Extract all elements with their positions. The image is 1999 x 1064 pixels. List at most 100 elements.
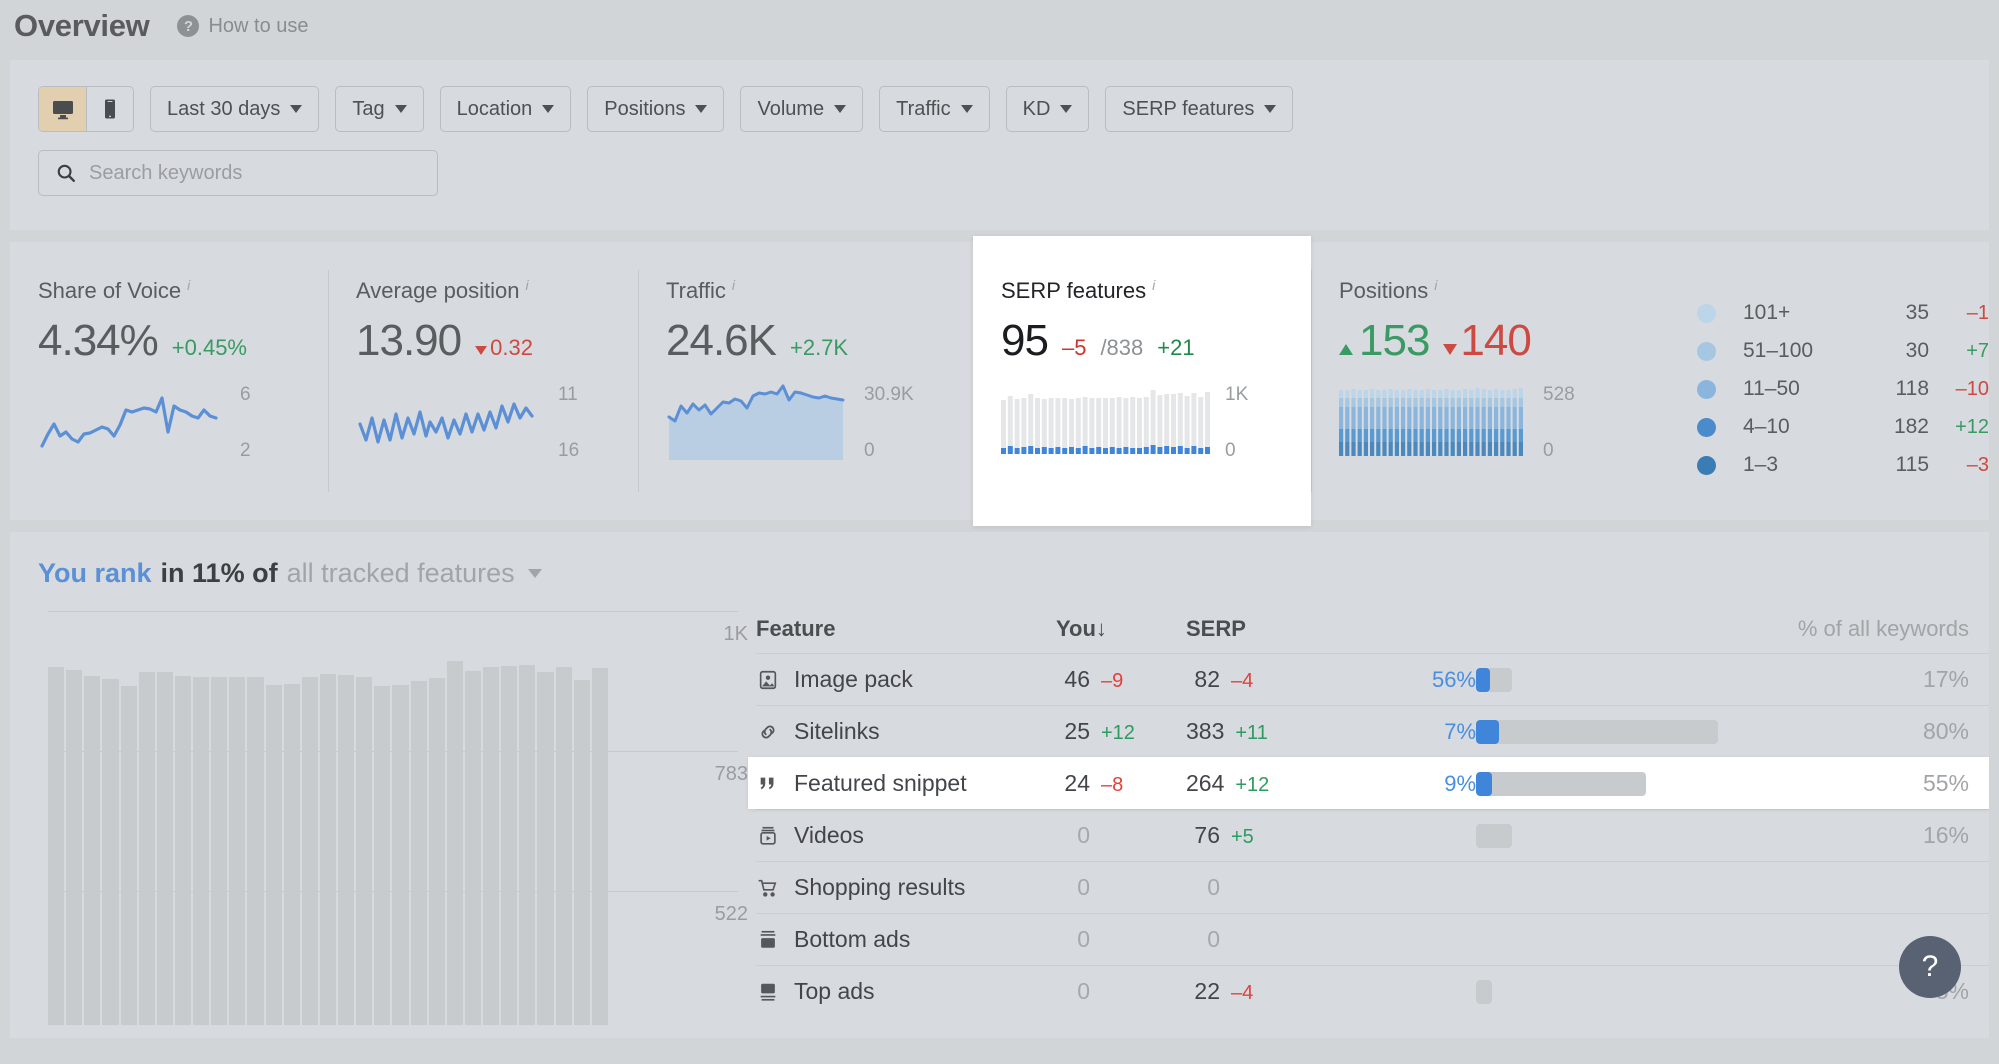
share-of-voice-sparkline: 6 2 [38,384,328,462]
metric-cards-strip: Share of Voice i 4.34% +0.45% 6 2 Averag… [10,242,1989,520]
table-row[interactable]: Videos076+516% [756,809,1989,861]
info-icon[interactable]: i [187,278,190,292]
serp-features-total-delta: +21 [1157,335,1194,361]
chevron-down-icon [542,105,554,113]
positions-filter[interactable]: Positions [587,86,724,132]
chart-bar [556,667,572,1025]
serp-cell: 76+5 [1186,822,1366,849]
chart-bar [102,679,118,1025]
metric-card-traffic[interactable]: Traffic i 24.6K +2.7K 30.9K 0 [638,242,973,520]
scale-top: 528 [1543,384,1575,406]
table-row[interactable]: Image pack46–982–456%17% [756,653,1989,705]
share-of-voice-value: 4.34% [38,316,158,366]
average-position-value: 13.90 [356,316,461,366]
info-icon[interactable]: i [732,278,735,292]
legend-dot-icon [1697,456,1716,475]
chart-bar [266,685,282,1025]
search-placeholder: Search keywords [89,162,242,185]
legend-row[interactable]: 51–100 30 +7 [1697,332,1989,370]
you-delta: –8 [1101,774,1123,797]
chart-bar [320,674,336,1025]
positions-sparkline: 528 0 [1339,384,1671,462]
scale-top: 11 [558,384,579,406]
feature-label: Bottom ads [794,926,910,953]
desktop-icon[interactable] [39,87,86,131]
column-you[interactable]: You↓ [1056,616,1186,642]
legend-row[interactable]: 4–10 182 +12 [1697,408,1989,446]
features-section: You rank in 11% of all tracked features … [10,532,1989,1038]
traffic-filter[interactable]: Traffic [879,86,989,132]
table-row[interactable]: Sitelinks25+12383+117%80% [756,705,1989,757]
search-input[interactable]: Search keywords [38,150,438,196]
legend-row[interactable]: 101+ 35 –1 [1697,294,1989,332]
serp-features-filter[interactable]: SERP features [1105,86,1293,132]
info-icon[interactable]: i [526,278,529,292]
scale-bottom: 2 [240,440,251,462]
metric-card-share-of-voice[interactable]: Share of Voice i 4.34% +0.45% 6 2 [10,242,328,520]
legend-row[interactable]: 11–50 118 –10 [1697,370,1989,408]
date-range-filter[interactable]: Last 30 days [150,86,319,132]
volume-filter[interactable]: Volume [740,86,863,132]
location-filter[interactable]: Location [440,86,572,132]
table-row[interactable]: AdTop ads022–45% [756,965,1989,1017]
sparkline-scale: 30.9K 0 [852,384,914,462]
how-to-use-link[interactable]: ? How to use [177,15,308,38]
serp-delta: +5 [1231,826,1254,849]
chevron-down-icon [834,105,846,113]
tag-filter[interactable]: Tag [335,86,423,132]
serp-delta: –4 [1231,670,1253,693]
table-row[interactable]: Featured snippet24–8264+129%55% [748,757,1989,809]
metric-card-serp-features[interactable]: SERP features i 95 –5 /838 +21 [973,236,1311,526]
page-header: Overview ? How to use [0,0,1999,52]
feature-label: Image pack [794,666,913,693]
pct-all-keywords: 80% [1776,718,1969,745]
date-range-label: Last 30 days [167,98,280,121]
legend-count: 35 [1861,301,1929,325]
table-row[interactable]: AdBottom ads00 [756,913,1989,965]
metric-card-average-position[interactable]: Average position i 13.90 0.32 11 16 [328,242,638,520]
chart-bar [483,667,499,1025]
legend-count: 115 [1861,453,1929,477]
column-pct-all-keywords: % of all keywords [1776,616,1969,642]
volume-label: Volume [757,98,824,121]
legend-label: 11–50 [1743,377,1861,401]
bottom-ads-icon: Ad [756,928,780,952]
serp-features-value: 95 [1001,316,1048,366]
legend-delta: –3 [1929,454,1989,477]
info-icon[interactable]: i [1434,278,1437,292]
scale-bottom: 0 [1543,440,1575,462]
card-title: Average position i [356,278,638,304]
sparkline-svg [666,384,852,462]
chart-bar [356,677,372,1025]
serp-features-label: SERP features [1001,278,1146,304]
metric-card-positions[interactable]: Positions i 153 140 528 [1311,242,1671,520]
kd-filter[interactable]: KD [1006,86,1090,132]
help-fab-button[interactable]: ? [1899,936,1961,998]
y-tick-label: 783 [715,763,748,786]
card-value-row: 24.6K +2.7K [666,316,973,366]
column-serp[interactable]: SERP [1186,616,1366,642]
coverage-percent: 7% [1366,719,1476,745]
filter-row: Last 30 days Tag Location Positions Volu… [38,86,1989,132]
you-rank-link[interactable]: You rank [38,558,152,589]
rank-headline: You rank in 11% of all tracked features [10,532,1989,589]
sparkline-scale: 11 16 [546,384,579,462]
device-toggle[interactable] [38,86,134,132]
serp-cell: 82–4 [1186,666,1366,693]
feature-scope-dropdown[interactable]: all tracked features [287,558,515,589]
sparkline-svg [38,384,228,462]
chevron-down-icon[interactable] [528,569,542,578]
legend-row[interactable]: 1–3 115 –3 [1697,446,1989,484]
serp-features-sparkline: 1K 0 [1001,384,1311,462]
table-header-row: Feature You↓ SERP % of all keywords [756,605,1989,653]
traffic-value: 24.6K [666,316,776,366]
scale-top: 1K [1225,384,1248,406]
mobile-icon[interactable] [86,87,133,131]
card-title: Share of Voice i [38,278,328,304]
filters-panel: Last 30 days Tag Location Positions Volu… [10,60,1989,230]
chart-bar [411,681,427,1025]
info-icon[interactable]: i [1152,278,1155,292]
table-row[interactable]: Shopping results00 [756,861,1989,913]
traffic-sparkline: 30.9K 0 [666,384,973,462]
features-over-time-chart: 1K 783 522 [48,605,738,1025]
